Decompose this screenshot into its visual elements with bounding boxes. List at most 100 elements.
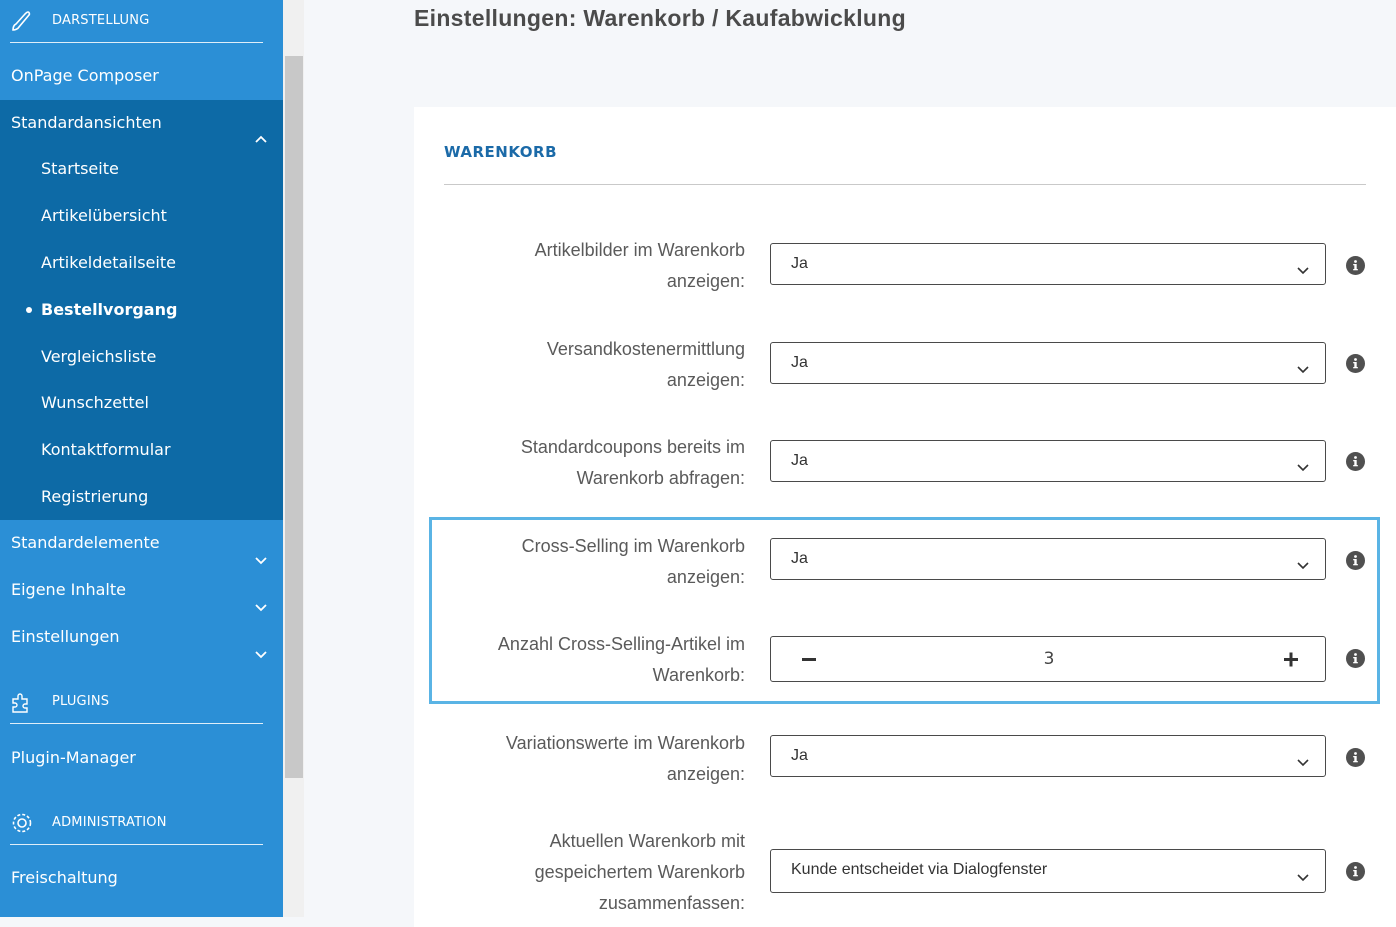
- nav-freischaltung-label: Freischaltung: [11, 868, 118, 887]
- sidebar-item-artikeldetailseite[interactable]: Artikeldetailseite: [0, 240, 283, 286]
- puzzle-icon: [10, 690, 34, 714]
- sidebar-scrollbar-thumb[interactable]: [285, 56, 303, 778]
- info-icon[interactable]: [1346, 452, 1365, 471]
- sidebar-item-label: Artikelübersicht: [41, 206, 167, 225]
- sidebar-item-label: Kontaktformular: [41, 440, 171, 459]
- section-darstellung: DARSTELLUNG: [10, 9, 263, 43]
- sidebar-item-label: Bestellvorgang: [41, 300, 178, 319]
- nav-standardansichten[interactable]: Standardansichten: [0, 100, 283, 146]
- nav-onpage-composer-label: OnPage Composer: [11, 66, 159, 85]
- artikelbilder-select[interactable]: Ja: [770, 243, 1326, 285]
- setting-label: Anzahl Cross-Selling-Artikel im Warenkor…: [425, 629, 745, 691]
- plus-icon[interactable]: [1280, 648, 1302, 670]
- chevron-down-icon: [1297, 867, 1309, 882]
- info-icon[interactable]: [1346, 862, 1365, 881]
- setting-label: Cross-Selling im Warenkorb anzeigen:: [425, 531, 745, 593]
- sidebar-item-label: Startseite: [41, 159, 119, 178]
- gear-icon: [10, 811, 34, 835]
- chevron-up-icon: [255, 117, 267, 143]
- sidebar-item-kontaktformular[interactable]: Kontaktformular: [0, 427, 283, 473]
- select-value: Ja: [791, 747, 808, 764]
- nav-standardelemente[interactable]: Standardelemente: [0, 520, 283, 566]
- setting-label: Variationswerte im Warenkorb anzeigen:: [425, 728, 745, 790]
- setting-label: Artikelbilder im Warenkorb anzeigen:: [425, 235, 745, 297]
- section-plugins-label: PLUGINS: [52, 694, 110, 709]
- info-icon[interactable]: [1346, 256, 1365, 275]
- active-bullet-icon: [26, 307, 32, 313]
- sidebar-item-vergleichsliste[interactable]: Vergleichsliste: [0, 334, 283, 380]
- label-line: Cross-Selling im Warenkorb: [521, 536, 745, 556]
- nav-standardelemente-label: Standardelemente: [11, 533, 160, 552]
- select-value: Ja: [791, 354, 808, 371]
- info-icon[interactable]: [1346, 748, 1365, 767]
- brush-icon: [10, 9, 34, 33]
- label-line: anzeigen:: [666, 764, 745, 784]
- sidebar-item-wunschzettel[interactable]: Wunschzettel: [0, 380, 283, 426]
- label-line: Standardcoupons bereits im: [520, 437, 745, 457]
- info-icon[interactable]: [1346, 354, 1365, 373]
- label-line: gespeichertem Warenkorb: [534, 862, 745, 882]
- chevron-down-icon: [1297, 359, 1309, 374]
- setting-label: Versandkostenermittlung anzeigen:: [425, 334, 745, 396]
- sidebar-item-artikeluebersicht[interactable]: Artikelübersicht: [0, 193, 283, 239]
- nav-einstellungen-label: Einstellungen: [11, 627, 120, 646]
- sidebar-item-label: Registrierung: [41, 487, 149, 506]
- nav-standardansichten-label: Standardansichten: [11, 113, 162, 132]
- select-value: Ja: [791, 255, 808, 272]
- sidebar-item-registrierung[interactable]: Registrierung: [0, 474, 283, 520]
- standardcoupons-select[interactable]: Ja: [770, 440, 1326, 482]
- label-line: anzeigen:: [666, 271, 745, 291]
- label-line: Versandkostenermittlung: [546, 339, 745, 359]
- sidebar: DARSTELLUNG OnPage Composer Standardansi…: [0, 0, 283, 917]
- label-line: anzeigen:: [666, 567, 745, 587]
- card-heading: WARENKORB: [444, 143, 558, 161]
- label-line: Warenkorb abfragen:: [576, 468, 745, 488]
- cross-selling-count-stepper: 3: [770, 636, 1326, 682]
- label-line: Warenkorb:: [652, 665, 745, 685]
- select-value: Ja: [791, 550, 808, 567]
- info-icon[interactable]: [1346, 551, 1365, 570]
- sidebar-item-label: Wunschzettel: [41, 393, 149, 412]
- nav-eigene-inhalte[interactable]: Eigene Inhalte: [0, 567, 283, 613]
- label-line: Variationswerte im Warenkorb: [505, 733, 745, 753]
- sidebar-item-startseite[interactable]: Startseite: [0, 146, 283, 192]
- standardansichten-subnav: Startseite Artikelübersicht Artikeldetai…: [0, 146, 283, 520]
- divider: [444, 184, 1366, 185]
- sidebar-item-bestellvorgang[interactable]: Bestellvorgang: [0, 287, 283, 333]
- page-title: Einstellungen: Warenkorb / Kaufabwicklun…: [414, 5, 906, 31]
- select-value: Kunde entscheidet via Dialogfenster: [791, 861, 1048, 878]
- chevron-down-icon: [1297, 752, 1309, 767]
- section-darstellung-label: DARSTELLUNG: [52, 13, 150, 28]
- chevron-down-icon: [255, 537, 267, 565]
- label-line: Aktuellen Warenkorb mit: [549, 831, 745, 851]
- nav-eigene-inhalte-label: Eigene Inhalte: [11, 580, 126, 599]
- chevron-down-icon: [255, 631, 267, 659]
- nav-onpage-composer[interactable]: OnPage Composer: [0, 53, 283, 99]
- label-line: zusammenfassen:: [598, 893, 745, 913]
- nav-plugin-manager[interactable]: Plugin-Manager: [0, 735, 283, 781]
- sidebar-item-label: Vergleichsliste: [41, 347, 157, 366]
- select-value: Ja: [791, 452, 808, 469]
- setting-label: Standardcoupons bereits im Warenkorb abf…: [425, 432, 745, 494]
- versandkosten-select[interactable]: Ja: [770, 342, 1326, 384]
- chevron-down-icon: [255, 584, 267, 612]
- warenkorb-zusammenfassen-select[interactable]: Kunde entscheidet via Dialogfenster: [770, 849, 1326, 893]
- nav-freischaltung[interactable]: Freischaltung: [0, 855, 283, 901]
- nav-plugin-manager-label: Plugin-Manager: [11, 748, 136, 767]
- chevron-down-icon: [1297, 260, 1309, 275]
- section-administration-label: ADMINISTRATION: [52, 815, 167, 830]
- nav-einstellungen[interactable]: Einstellungen: [0, 614, 283, 660]
- info-icon[interactable]: [1346, 649, 1365, 668]
- section-plugins: PLUGINS: [10, 690, 263, 724]
- setting-label: Aktuellen Warenkorb mit gespeichertem Wa…: [425, 826, 745, 919]
- chevron-down-icon: [1297, 457, 1309, 472]
- variationswerte-select[interactable]: Ja: [770, 735, 1326, 777]
- stepper-value[interactable]: 3: [771, 649, 1327, 669]
- chevron-down-icon: [1297, 555, 1309, 570]
- cross-selling-select[interactable]: Ja: [770, 538, 1326, 580]
- sidebar-item-label: Artikeldetailseite: [41, 253, 176, 272]
- label-line: Anzahl Cross-Selling-Artikel im: [497, 634, 745, 654]
- section-administration: ADMINISTRATION: [10, 811, 263, 845]
- label-line: Artikelbilder im Warenkorb: [534, 240, 745, 260]
- label-line: anzeigen:: [666, 370, 745, 390]
